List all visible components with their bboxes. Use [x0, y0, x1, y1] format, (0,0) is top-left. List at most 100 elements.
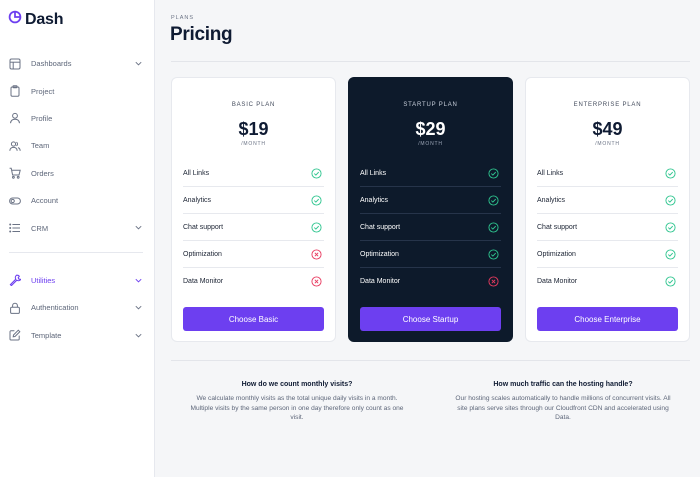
- feature-row: Chat support: [183, 214, 324, 241]
- feature-row: Data Monitor: [537, 268, 678, 295]
- lock-icon: [9, 302, 21, 314]
- pie-logo-icon: [8, 10, 22, 29]
- feature-row: Optimization: [183, 241, 324, 268]
- plan-price: $29: [415, 119, 446, 139]
- chevron-down-icon[interactable]: [134, 331, 143, 340]
- pricing-card-startup: STARTUP PLAN $29 /MONTH All Links Analyt…: [348, 77, 513, 342]
- plan-period: /MONTH: [241, 141, 266, 147]
- feature-label: Optimization: [537, 250, 576, 258]
- sidebar-item-label: Orders: [31, 168, 54, 178]
- sidebar-item-project[interactable]: Project: [0, 77, 155, 104]
- choose-enterprise-button[interactable]: Choose Enterprise: [537, 307, 678, 331]
- feature-row: Analytics: [360, 187, 501, 214]
- sidebar: Dash Dashboards Project Profile Team Ord…: [0, 0, 155, 477]
- pricing-card-basic: BASIC PLAN $19 /MONTH All Links Analytic…: [171, 77, 336, 342]
- sidebar-item-authentication[interactable]: Authentication: [0, 294, 155, 321]
- page-eyebrow: PLANS: [171, 15, 195, 21]
- sidebar-item-template[interactable]: Template: [0, 322, 155, 349]
- feature-label: Analytics: [360, 196, 389, 204]
- cart-icon: [9, 167, 21, 179]
- sidebar-item-orders[interactable]: Orders: [0, 160, 155, 187]
- sidebar-item-label: Utilities: [31, 275, 56, 285]
- layout-icon: [9, 58, 21, 70]
- feature-label: Optimization: [360, 250, 399, 258]
- feature-label: All Links: [537, 169, 564, 177]
- feature-list: All Links Analytics Chat support Optimiz…: [360, 160, 501, 295]
- divider: [171, 360, 690, 361]
- sidebar-item-label: Dashboards: [31, 59, 72, 69]
- x-circle-icon: [311, 249, 322, 260]
- feature-label: All Links: [360, 169, 387, 177]
- feature-label: Optimization: [183, 250, 222, 258]
- sidebar-nav: Dashboards Project Profile Team Orders A…: [0, 50, 155, 349]
- faq-item: How much traffic can the hosting handle?…: [453, 381, 673, 423]
- plan-name: BASIC PLAN: [231, 102, 276, 108]
- choose-basic-button[interactable]: Choose Basic: [183, 307, 324, 331]
- choose-startup-button[interactable]: Choose Startup: [360, 307, 501, 331]
- sidebar-item-profile[interactable]: Profile: [0, 105, 155, 132]
- user-icon: [9, 112, 21, 124]
- plan-name: STARTUP PLAN: [403, 102, 458, 108]
- feature-list: All Links Analytics Chat support Optimiz…: [183, 160, 324, 295]
- sidebar-item-label: Template: [31, 330, 62, 340]
- feature-label: Analytics: [183, 196, 212, 204]
- sidebar-item-crm[interactable]: CRM: [0, 214, 155, 241]
- sidebar-item-label: Team: [31, 141, 50, 151]
- plan-price: $49: [592, 119, 623, 139]
- feature-row: Chat support: [360, 214, 501, 241]
- brand[interactable]: Dash: [8, 10, 64, 29]
- plan-name: ENTERPRISE PLAN: [573, 102, 642, 108]
- clipboard-icon: [9, 85, 21, 97]
- page-title: Pricing: [170, 24, 233, 45]
- sidebar-item-dashboards[interactable]: Dashboards: [0, 50, 155, 77]
- check-circle-icon: [488, 168, 499, 179]
- check-circle-icon: [311, 222, 322, 233]
- sidebar-item-label: Account: [31, 196, 59, 206]
- wrench-icon: [9, 274, 21, 287]
- sidebar-item-label: CRM: [31, 223, 49, 233]
- feature-row: Chat support: [537, 214, 678, 241]
- pricing-card-enterprise: ENTERPRISE PLAN $49 /MONTH All Links Ana…: [525, 77, 690, 342]
- chevron-down-icon[interactable]: [134, 59, 143, 68]
- check-circle-icon: [665, 276, 676, 287]
- faq-question: How much traffic can the hosting handle?: [493, 381, 633, 388]
- check-circle-icon: [488, 222, 499, 233]
- check-circle-icon: [311, 195, 322, 206]
- edit-icon: [9, 329, 21, 341]
- faq-answer: We calculate monthly visits as the total…: [190, 395, 404, 422]
- feature-list: All Links Analytics Chat support Optimiz…: [537, 160, 678, 295]
- check-circle-icon: [665, 195, 676, 206]
- feature-label: Data Monitor: [537, 278, 578, 285]
- toggle-icon: [9, 195, 21, 207]
- brand-name: Dash: [25, 10, 64, 28]
- check-circle-icon: [665, 249, 676, 260]
- feature-label: Analytics: [537, 196, 566, 204]
- sidebar-item-team[interactable]: Team: [0, 132, 155, 159]
- chevron-down-icon[interactable]: [134, 303, 143, 312]
- plan-price: $19: [238, 119, 269, 139]
- main-content: PLANS Pricing BASIC PLAN $19 /MONTH All …: [156, 0, 700, 477]
- sidebar-divider: [9, 251, 143, 253]
- faq-question: How do we count monthly visits?: [241, 381, 353, 388]
- users-icon: [9, 140, 21, 152]
- sidebar-item-label: Profile: [31, 113, 53, 123]
- plan-period: /MONTH: [418, 141, 443, 147]
- check-circle-icon: [488, 249, 499, 260]
- chevron-down-icon[interactable]: [134, 223, 143, 232]
- feature-row: Optimization: [537, 241, 678, 268]
- feature-row: All Links: [537, 160, 678, 187]
- sidebar-item-utilities[interactable]: Utilities: [0, 267, 155, 294]
- sidebar-item-account[interactable]: Account: [0, 187, 155, 214]
- feature-row: Analytics: [537, 187, 678, 214]
- faq-item: How do we count monthly visits? We calcu…: [187, 381, 407, 423]
- feature-label: Chat support: [183, 223, 224, 231]
- feature-row: Data Monitor: [360, 268, 501, 295]
- list-icon: [9, 222, 21, 234]
- chevron-down-icon[interactable]: [134, 276, 143, 285]
- feature-row: All Links: [360, 160, 501, 187]
- feature-label: Data Monitor: [183, 278, 224, 285]
- feature-label: All Links: [183, 169, 210, 177]
- divider: [171, 61, 690, 62]
- check-circle-icon: [311, 168, 322, 179]
- plan-period: /MONTH: [595, 141, 620, 147]
